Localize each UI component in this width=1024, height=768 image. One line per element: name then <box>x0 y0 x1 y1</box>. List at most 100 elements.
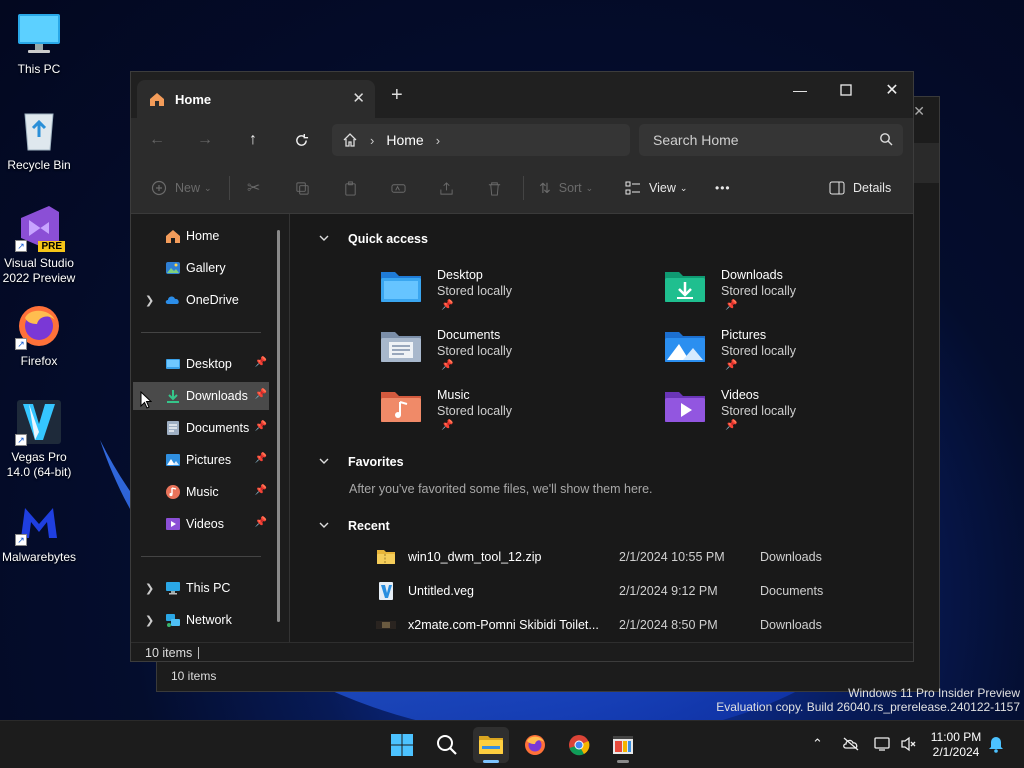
section-title: Favorites <box>348 455 404 469</box>
desktop-icon-firefox[interactable]: ↗ Firefox <box>0 302 78 369</box>
title-bar[interactable]: Home ✕ + — ✕ <box>131 72 913 118</box>
taskbar-file-explorer[interactable] <box>473 727 509 763</box>
view-label: View <box>649 181 676 195</box>
new-button[interactable]: New ⌄ <box>151 176 212 200</box>
pin-icon[interactable]: 📌 <box>255 389 267 400</box>
cut-button[interactable]: ✂ <box>247 176 260 200</box>
maximize-button[interactable] <box>823 76 869 104</box>
favorites-empty-message: After you've favorited some files, we'll… <box>349 482 653 496</box>
nav-item-onedrive[interactable]: ❯ OneDrive <box>133 286 269 314</box>
desktop-icon-this-pc[interactable]: This PC <box>0 10 78 77</box>
chevron-right-icon[interactable]: › <box>436 133 440 148</box>
desktop-icon-label: Firefox <box>20 354 58 368</box>
minimize-button[interactable]: — <box>777 76 823 104</box>
close-tab-icon[interactable]: ✕ <box>352 89 365 107</box>
paste-button[interactable] <box>343 176 358 200</box>
desktop-icon-vegas-pro[interactable]: ↗ Vegas Pro 14.0 (64-bit) <box>0 398 78 480</box>
videos-folder-icon <box>665 392 705 422</box>
desktop-icon-visual-studio[interactable]: PRE ↗ Visual Studio 2022 Preview <box>0 204 78 286</box>
recent-file-date: 2/1/2024 10:55 PM <box>619 550 725 564</box>
rename-button[interactable] <box>391 176 406 200</box>
sort-button[interactable]: ⇅ Sort ⌄ <box>539 176 593 200</box>
pin-icon[interactable]: 📌 <box>255 485 267 496</box>
pin-icon[interactable]: 📌 <box>255 517 267 528</box>
nav-item-documents[interactable]: Documents 📌 <box>133 414 269 442</box>
volume-muted-icon[interactable] <box>900 736 918 755</box>
nav-item-home[interactable]: Home <box>133 222 269 250</box>
section-quick-access[interactable]: Quick access <box>319 232 428 246</box>
content-area: Quick access Desktop Stored locally 📌 Do… <box>290 214 913 642</box>
search-input[interactable]: Search Home <box>639 124 903 156</box>
see-more-button[interactable]: ••• <box>715 176 731 200</box>
taskbar-chrome[interactable] <box>561 727 597 763</box>
nav-item-videos[interactable]: Videos 📌 <box>133 510 269 538</box>
pin-icon: 📌 <box>725 360 738 371</box>
back-button[interactable]: ← <box>145 128 169 152</box>
nav-scrollbar[interactable] <box>277 230 280 622</box>
nav-item-music[interactable]: Music 📌 <box>133 478 269 506</box>
nav-item-this-pc[interactable]: ❯ This PC <box>133 574 269 602</box>
up-button[interactable]: ↑ <box>241 128 265 152</box>
desktop-icon-malwarebytes[interactable]: ↗ Malwarebytes <box>0 498 78 565</box>
desktop-icon-recycle-bin[interactable]: Recycle Bin <box>0 106 78 173</box>
quick-access-music[interactable]: Music Stored locally 📌 <box>379 388 619 442</box>
recent-file-date: 2/1/2024 9:12 PM <box>619 584 718 598</box>
trash-icon <box>488 181 501 196</box>
file-explorer-window[interactable]: Home ✕ + — ✕ ← → ↑ › Home › Search Home … <box>130 71 914 662</box>
view-button[interactable]: View ⌄ <box>625 176 687 200</box>
add-circle-icon <box>151 180 167 196</box>
network-status-icon[interactable] <box>874 736 892 755</box>
share-button[interactable] <box>439 176 454 200</box>
quick-access-videos[interactable]: Videos Stored locally 📌 <box>663 388 903 442</box>
tab-home[interactable]: Home ✕ <box>137 80 375 118</box>
forward-button[interactable]: → <box>193 128 217 152</box>
pin-icon[interactable]: 📌 <box>255 453 267 464</box>
copy-button[interactable] <box>295 176 310 200</box>
folder-icon <box>479 736 503 754</box>
close-icon[interactable]: ✕ <box>913 103 925 120</box>
desktop-icon-label: Malwarebytes <box>1 550 77 564</box>
search-taskbar-button[interactable] <box>429 727 465 763</box>
nav-item-gallery[interactable]: Gallery <box>133 254 269 282</box>
chevron-up-icon[interactable]: ⌃ <box>812 736 823 752</box>
chevron-right-icon[interactable]: ❯ <box>145 582 154 595</box>
nav-item-network[interactable]: ❯ Network <box>133 606 269 634</box>
quick-access-downloads[interactable]: Downloads Stored locally 📌 <box>663 268 903 322</box>
breadcrumb-home[interactable]: Home <box>386 132 423 148</box>
pin-icon[interactable]: 📌 <box>255 357 267 368</box>
table-row[interactable]: win10_dwm_tool_12.zip 2/1/2024 10:55 PM … <box>376 546 846 570</box>
delete-button[interactable] <box>487 176 502 200</box>
taskbar-app[interactable] <box>605 727 641 763</box>
quick-access-documents[interactable]: Documents Stored locally 📌 <box>379 328 619 382</box>
nav-item-downloads[interactable]: Downloads 📌 <box>133 382 269 410</box>
section-recent[interactable]: Recent <box>319 519 390 533</box>
nav-item-pictures[interactable]: Pictures 📌 <box>133 446 269 474</box>
taskbar-firefox[interactable] <box>517 727 553 763</box>
breadcrumb[interactable]: › Home › <box>332 124 630 156</box>
search-icon <box>437 735 457 755</box>
nav-label: Network <box>186 613 232 627</box>
pin-icon[interactable]: 📌 <box>255 421 267 432</box>
cloud-offline-icon[interactable] <box>842 736 860 755</box>
details-button[interactable]: Details <box>829 176 891 200</box>
table-row[interactable]: x2mate.com-Pomni Skibidi Toilet... 2/1/2… <box>376 614 846 638</box>
chevron-right-icon[interactable]: ❯ <box>145 294 154 307</box>
notification-bell-icon[interactable] <box>988 735 1004 756</box>
close-window-button[interactable]: ✕ <box>869 76 913 104</box>
background-status-text: 10 items <box>171 669 217 683</box>
chevron-right-icon[interactable]: ❯ <box>145 614 154 627</box>
start-button[interactable] <box>384 727 420 763</box>
nav-divider <box>141 332 261 333</box>
quick-access-desktop[interactable]: Desktop Stored locally 📌 <box>379 268 619 322</box>
refresh-button[interactable] <box>289 128 313 152</box>
sort-arrows-icon: ⇅ <box>539 179 551 196</box>
details-pane-icon <box>829 181 845 195</box>
preview-badge: PRE <box>38 241 65 252</box>
new-tab-button[interactable]: + <box>391 84 403 107</box>
quick-access-pictures[interactable]: Pictures Stored locally 📌 <box>663 328 903 382</box>
nav-item-desktop[interactable]: Desktop 📌 <box>133 350 269 378</box>
system-clock[interactable]: 11:00 PM 2/1/2024 <box>928 730 984 760</box>
table-row[interactable]: Untitled.veg 2/1/2024 9:12 PM Documents <box>376 580 846 604</box>
folder-status: Stored locally <box>721 404 797 418</box>
section-favorites[interactable]: Favorites <box>319 455 404 469</box>
